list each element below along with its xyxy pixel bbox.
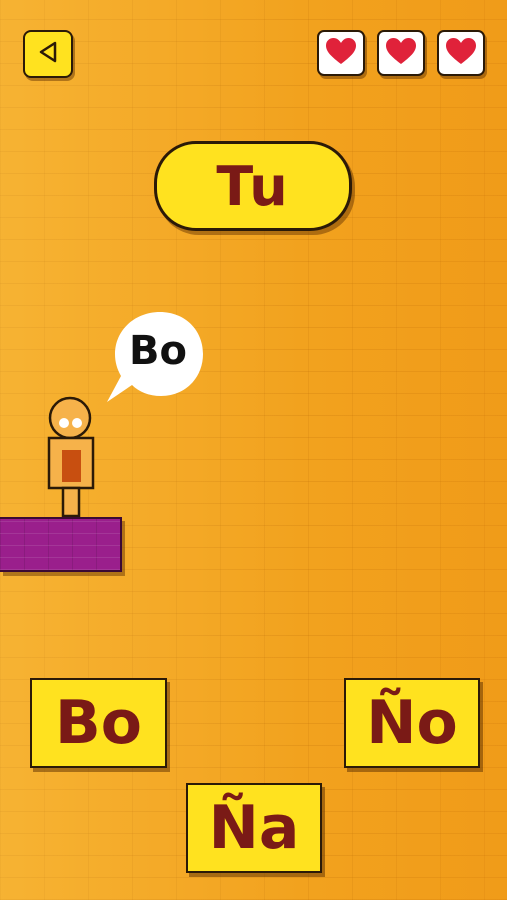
- platform: [0, 517, 122, 572]
- lives-indicator: [317, 30, 485, 76]
- back-button[interactable]: [23, 30, 73, 78]
- speech-bubble-text: Bo: [129, 328, 187, 374]
- target-word-pill: Tu: [154, 141, 352, 231]
- life-slot: [317, 30, 365, 76]
- option-tile-3[interactable]: Ña: [186, 783, 322, 873]
- life-slot: [437, 30, 485, 76]
- player-character: [47, 396, 95, 518]
- heart-icon: [445, 37, 477, 69]
- option-tile-2[interactable]: Ño: [344, 678, 480, 768]
- option-label: Ña: [208, 793, 300, 863]
- heart-icon: [385, 37, 417, 69]
- option-label: Ño: [366, 688, 458, 758]
- triangle-left-icon: [37, 40, 59, 68]
- heart-icon: [325, 37, 357, 69]
- option-tile-1[interactable]: Bo: [30, 678, 167, 768]
- target-word: Tu: [216, 154, 290, 218]
- option-label: Bo: [55, 688, 142, 758]
- life-slot: [377, 30, 425, 76]
